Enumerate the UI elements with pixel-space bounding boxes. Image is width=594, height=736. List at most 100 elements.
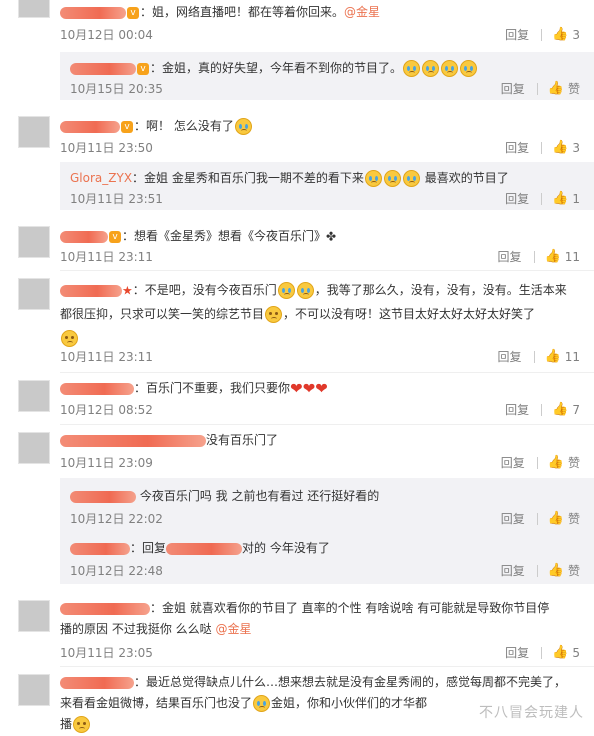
divider [541, 192, 543, 205]
divider [60, 666, 594, 667]
comment-text: ★：不是吧，没有今夜百乐门 ，我等了那么久，没有，没有，没有。生活本来 [60, 278, 584, 303]
redacted-username[interactable] [60, 120, 120, 133]
star-badge-icon: ★ [122, 283, 133, 298]
thumbs-up-icon[interactable]: 👍 [548, 563, 564, 578]
crying-emoji-icon [383, 170, 401, 187]
comment-actions: 回复 👍 11 [498, 248, 580, 265]
reply-button[interactable]: 回复 [501, 80, 525, 97]
like-count: 5 [572, 645, 580, 660]
reply-actions: 回复 👍 赞 [501, 80, 580, 97]
redacted-username[interactable] [60, 230, 108, 243]
redacted-username[interactable] [70, 490, 136, 503]
reply-button[interactable]: 回复 [501, 454, 525, 471]
vip-badge-icon: v [137, 62, 149, 75]
like-count: 11 [564, 349, 580, 364]
avatar[interactable] [18, 432, 50, 464]
avatar[interactable] [18, 0, 50, 18]
mention-link[interactable]: @金星 [344, 5, 380, 19]
redacted-username[interactable] [70, 62, 136, 75]
divider [541, 403, 543, 416]
divider [536, 564, 538, 577]
comment-time: 10月12日 00:04 [60, 28, 153, 42]
reply-button[interactable]: 回复 [501, 562, 525, 579]
heart-icon: ❤ [302, 379, 316, 398]
redacted-username[interactable] [70, 542, 130, 555]
like-count: 1 [572, 191, 580, 206]
heart-icon: ❤ [290, 379, 303, 398]
avatar[interactable] [18, 674, 50, 706]
thumbs-up-icon[interactable]: 👍 [552, 27, 568, 42]
reply-time: 10月15日 20:35 [70, 82, 163, 96]
thumbs-up-icon[interactable]: 👍 [548, 81, 564, 96]
redacted-username[interactable] [60, 676, 134, 689]
divider [60, 270, 594, 271]
reply-box: Glora_ZYX：金姐 金星秀和百乐门我一期不差的看下来 最喜欢的节目了 10… [60, 162, 594, 210]
avatar[interactable] [18, 600, 50, 632]
comment-time: 10月11日 23:11 [60, 350, 153, 364]
reply-button[interactable]: 回复 [498, 348, 522, 365]
like-count: 3 [572, 140, 580, 155]
thumbs-up-icon[interactable]: 👍 [548, 511, 564, 526]
reply-time: 10月12日 22:48 [70, 564, 163, 578]
redacted-username[interactable] [60, 434, 206, 447]
reply-button[interactable]: 回复 [505, 190, 529, 207]
redacted-username[interactable] [60, 602, 150, 615]
reply-text: v ：金姐，真的好失望，今年看不到你的节目了。 [70, 58, 584, 78]
redacted-username[interactable] [60, 6, 126, 19]
crying-emoji-icon [277, 282, 295, 299]
clover-icon: ✤ [326, 229, 337, 244]
divider [60, 372, 594, 373]
comment-text: v ：想看《金星秀》想看《今夜百乐门》✤ [60, 226, 584, 247]
like-label: 赞 [567, 82, 580, 96]
like-label: 赞 [567, 512, 580, 526]
thumbs-up-icon[interactable]: 👍 [545, 349, 561, 364]
reply-text: 今夜百乐门吗 我 之前也有看过 还行挺好看的 [70, 486, 584, 506]
reply-button[interactable]: 回复 [501, 510, 525, 527]
redacted-mention[interactable] [166, 542, 243, 555]
comment-text: ：百乐门不重要，我们只要你❤❤❤ [60, 378, 584, 399]
like-count: 7 [572, 402, 580, 417]
avatar[interactable] [18, 116, 50, 148]
vip-badge-icon: v [127, 6, 139, 19]
divider [533, 350, 535, 363]
comment-time: 10月11日 23:05 [60, 646, 153, 660]
avatar[interactable] [18, 278, 50, 310]
divider [541, 141, 543, 154]
crying-emoji-icon [234, 118, 252, 135]
reply-button[interactable]: 回复 [505, 26, 529, 43]
thumbs-up-icon[interactable]: 👍 [548, 455, 564, 470]
redacted-username[interactable] [60, 284, 122, 297]
watermark: 不八冒会玩建人 [479, 705, 584, 721]
thumbs-up-icon[interactable]: 👍 [552, 191, 568, 206]
avatar[interactable] [18, 380, 50, 412]
comment-time: 10月11日 23:09 [60, 456, 153, 470]
sad-emoji-icon [265, 306, 283, 323]
thumbs-up-icon[interactable]: 👍 [552, 402, 568, 417]
crying-emoji-icon [402, 170, 420, 187]
reply-button[interactable]: 回复 [505, 139, 529, 156]
mention-link[interactable]: @金星 [215, 622, 251, 636]
comment-time: 10月11日 23:50 [60, 141, 153, 155]
redacted-username[interactable] [60, 382, 134, 395]
reply-button[interactable]: 回复 [505, 401, 529, 418]
comment-actions: 回复 👍 7 [505, 401, 580, 418]
avatar[interactable] [18, 226, 50, 258]
comment-time: 10月12日 08:52 [60, 403, 153, 417]
reply-button[interactable]: 回复 [505, 644, 529, 661]
thumbs-up-icon[interactable]: 👍 [552, 140, 568, 155]
reply-username[interactable]: Glora_ZYX [70, 171, 132, 185]
divider [536, 456, 538, 469]
reply-box: 今夜百乐门吗 我 之前也有看过 还行挺好看的 10月12日 22:02 回复 👍… [60, 478, 594, 584]
thumbs-up-icon[interactable]: 👍 [552, 645, 568, 660]
reply-button[interactable]: 回复 [498, 248, 522, 265]
reply-actions: 回复 👍 赞 [501, 510, 580, 527]
thumbs-up-icon[interactable]: 👍 [545, 249, 561, 264]
vip-badge-icon: v [109, 230, 121, 243]
crying-emoji-icon [364, 170, 382, 187]
comment-text: ：金姐 就喜欢看你的节目了 直率的个性 有啥说啥 有可能就是导致你节目停 播的原… [60, 601, 550, 636]
frown-emoji-icon [61, 330, 78, 347]
crying-emoji-icon [460, 60, 478, 77]
reply-time: 10月12日 22:02 [70, 512, 163, 526]
divider [541, 28, 543, 41]
reply-text: ：回复 对的 今年没有了 [70, 538, 584, 558]
